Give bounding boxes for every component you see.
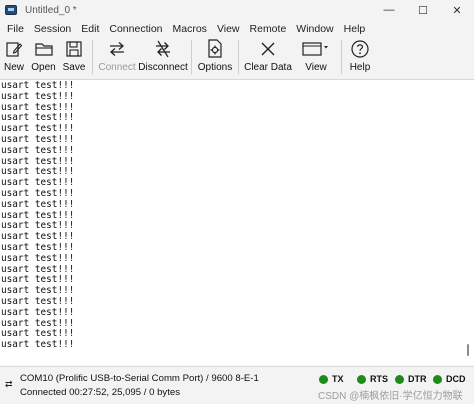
new-label: New — [3, 62, 24, 73]
options-gear-icon — [204, 39, 226, 59]
connect-button[interactable]: Connect — [96, 37, 138, 77]
rts-led-icon — [357, 374, 366, 384]
disconnect-icon — [152, 39, 174, 59]
clear-data-button[interactable]: Clear Data — [242, 37, 294, 77]
connect-icon — [106, 39, 128, 59]
port-info: COM10 (Prolific USB-to-Serial Comm Port)… — [20, 373, 259, 384]
folder-open-icon — [33, 39, 55, 59]
connection-info: Connected 00:27:52, 25,095 / 0 bytes — [20, 387, 181, 398]
help-button[interactable]: Help — [345, 37, 375, 77]
terminal-line: usart test!!! — [1, 198, 75, 210]
toolbar-divider — [238, 40, 239, 74]
minimize-button[interactable]: — — [372, 0, 406, 20]
view-button[interactable]: View — [294, 37, 338, 77]
dtr-indicator: DTR — [395, 374, 427, 384]
status-bar: ⇄ COM10 (Prolific USB-to-Serial Comm Por… — [0, 366, 474, 404]
options-button[interactable]: Options — [195, 37, 235, 77]
clear-x-icon — [257, 39, 279, 59]
terminal-line: usart test!!! — [1, 144, 75, 156]
close-button[interactable]: ✕ — [440, 0, 474, 20]
new-button[interactable]: New — [0, 37, 28, 77]
menu-view[interactable]: View — [212, 23, 245, 35]
open-label: Open — [31, 62, 56, 73]
dcd-label: DCD — [446, 374, 466, 384]
watermark-text: CSDN @楠枫依旧·学亿恒力物联 — [318, 391, 463, 402]
window-title: Untitled_0 * — [25, 4, 77, 16]
menu-session[interactable]: Session — [29, 23, 76, 35]
help-label: Help — [349, 62, 371, 73]
terminal-lines: usart test!!! usart test!!! usart test!!! u… — [0, 80, 474, 351]
clear-data-label: Clear Data — [244, 62, 292, 73]
dcd-indicator: DCD — [433, 374, 466, 384]
menu-macros[interactable]: Macros — [168, 23, 212, 35]
menu-help[interactable]: Help — [339, 23, 371, 35]
toolbar-divider — [191, 40, 192, 74]
tx-indicator: TX — [319, 374, 344, 384]
save-button[interactable]: Save — [59, 37, 89, 77]
toolbar-divider — [341, 40, 342, 74]
open-button[interactable]: Open — [28, 37, 59, 77]
view-label: View — [305, 62, 327, 73]
terminal-line: usart test!!! — [1, 90, 75, 102]
maximize-button[interactable]: ☐ — [406, 0, 440, 20]
disconnect-label: Disconnect — [138, 62, 188, 73]
toolbar-divider — [92, 40, 93, 74]
new-file-icon — [3, 39, 25, 59]
options-label: Options — [197, 62, 233, 73]
connection-arrows-icon: ⇄ — [5, 379, 13, 389]
view-window-icon — [300, 39, 332, 59]
save-label: Save — [62, 62, 86, 73]
dtr-led-icon — [395, 374, 404, 384]
help-question-icon — [349, 39, 371, 59]
rts-label: RTS — [370, 374, 388, 384]
dtr-label: DTR — [408, 374, 427, 384]
terminal-line: usart test!!! — [1, 306, 75, 318]
scrollbar-thumb[interactable] — [467, 344, 469, 356]
save-icon — [63, 39, 85, 59]
menu-remote[interactable]: Remote — [245, 23, 292, 35]
tx-led-icon — [319, 374, 328, 384]
window-controls: — ☐ ✕ — [372, 0, 474, 20]
app-terminal-icon — [5, 5, 17, 15]
menu-file[interactable]: File — [2, 23, 29, 35]
connect-label: Connect — [98, 62, 136, 73]
dcd-led-icon — [433, 374, 442, 384]
menu-edit[interactable]: Edit — [76, 23, 104, 35]
terminal-line: usart test!!! — [1, 339, 75, 351]
terminal-output[interactable]: usart test!!! usart test!!! usart test!!! u… — [0, 79, 474, 365]
menu-connection[interactable]: Connection — [104, 23, 167, 35]
menu-bar: File Session Edit Connection Macros View… — [0, 20, 474, 37]
rts-indicator: RTS — [357, 374, 388, 384]
toolbar: New Open Save Connect Disconnect Options — [0, 37, 474, 77]
terminal-line: usart test!!! — [1, 252, 75, 264]
tx-label: TX — [332, 374, 344, 384]
menu-window[interactable]: Window — [291, 23, 338, 35]
title-bar: Untitled_0 * — ☐ ✕ — [0, 0, 474, 20]
disconnect-button[interactable]: Disconnect — [138, 37, 188, 77]
